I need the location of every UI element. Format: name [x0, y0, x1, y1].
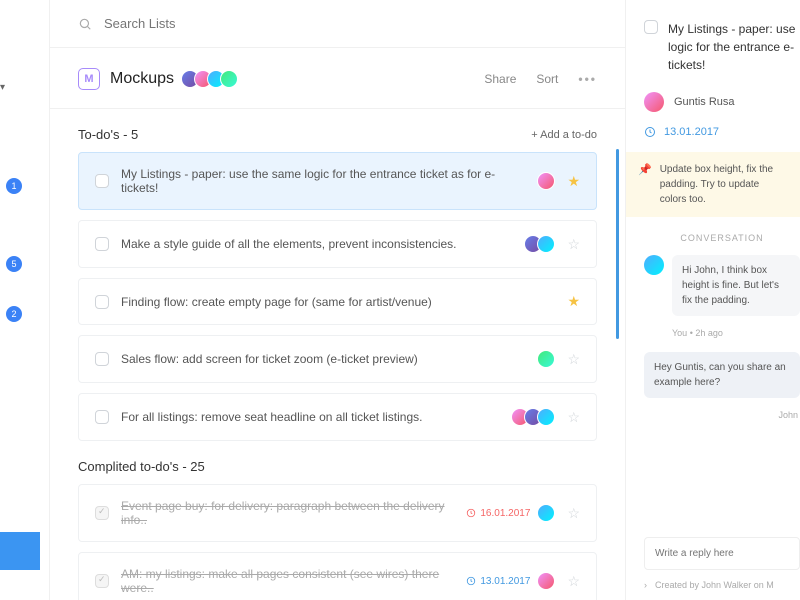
- rail-badge[interactable]: 1: [6, 178, 22, 194]
- clock-icon: [644, 126, 656, 138]
- due-date: 13.01.2017: [466, 576, 530, 587]
- todo-text: My Listings - paper: use the same logic …: [121, 167, 530, 195]
- search-bar: [50, 0, 625, 48]
- star-icon[interactable]: ☆: [567, 236, 580, 253]
- checkbox[interactable]: [95, 574, 109, 588]
- project-title: Mockups: [110, 70, 174, 88]
- pin-icon: 📌: [638, 162, 652, 207]
- due-date: 16.01.2017: [466, 508, 530, 519]
- todo-text: Make a style guide of all the elements, …: [121, 237, 517, 251]
- assignee-avatars: [529, 235, 555, 253]
- compose-button[interactable]: [0, 532, 40, 570]
- todo-item[interactable]: My Listings - paper: use the same logic …: [78, 152, 597, 210]
- pinned-note: 📌 Update box height, fix the padding. Tr…: [626, 152, 800, 217]
- note-text: Update box height, fix the padding. Try …: [660, 162, 788, 207]
- star-icon[interactable]: ☆: [567, 505, 580, 522]
- message-bubble: Hi John, I think box height is fine. But…: [672, 255, 800, 316]
- share-button[interactable]: Share: [484, 72, 516, 86]
- todo-text: AM: my listings: make all pages consiste…: [121, 567, 454, 595]
- assignee-avatars: [516, 408, 555, 426]
- assignee-avatars: [542, 172, 555, 190]
- reply-input[interactable]: [644, 537, 800, 570]
- checkbox[interactable]: [95, 295, 109, 309]
- section-title-completed: Complited to-do's - 25: [78, 459, 205, 474]
- checkbox[interactable]: [95, 506, 109, 520]
- main-column: M Mockups Share Sort ••• To-do's - 5 + A…: [50, 0, 625, 600]
- due-date-row[interactable]: 13.01.2017: [644, 126, 800, 138]
- checkbox[interactable]: [95, 237, 109, 251]
- assignee-name: Guntis Rusa: [674, 96, 735, 108]
- message: Hi John, I think box height is fine. But…: [644, 255, 800, 316]
- checkbox[interactable]: [95, 352, 109, 366]
- chevron-down-icon[interactable]: ▾: [0, 82, 5, 93]
- list-content: To-do's - 5 + Add a to-do My Listings - …: [50, 109, 625, 600]
- star-icon[interactable]: ☆: [567, 573, 580, 590]
- message-meta: You • 2h ago: [672, 328, 800, 338]
- clock-icon: [466, 508, 476, 518]
- add-todo-button[interactable]: + Add a to-do: [531, 129, 597, 141]
- search-input[interactable]: [104, 16, 597, 31]
- detail-footer: › Created by John Walker on M: [644, 580, 800, 590]
- todo-text: Sales flow: add screen for ticket zoom (…: [121, 352, 530, 366]
- chevron-right-icon[interactable]: ›: [644, 580, 647, 590]
- assignee-row[interactable]: Guntis Rusa: [644, 92, 800, 112]
- more-icon[interactable]: •••: [578, 72, 597, 86]
- detail-panel: My Listings - paper: use logic for the e…: [625, 0, 800, 600]
- avatar: [644, 255, 664, 275]
- todo-text: For all listings: remove seat headline o…: [121, 410, 504, 424]
- rail-badge[interactable]: 5: [6, 256, 22, 272]
- todo-item[interactable]: For all listings: remove seat headline o…: [78, 393, 597, 441]
- star-icon[interactable]: ☆: [567, 351, 580, 368]
- checkbox[interactable]: [95, 174, 109, 188]
- assignee-avatars: [542, 350, 555, 368]
- avatar: [644, 92, 664, 112]
- conversation-label: CONVERSATION: [644, 233, 800, 243]
- todo-item[interactable]: Make a style guide of all the elements, …: [78, 220, 597, 268]
- todo-text: Finding flow: create empty page for (sam…: [121, 295, 555, 309]
- assignee-avatars: [542, 504, 555, 522]
- star-icon[interactable]: ☆: [567, 409, 580, 426]
- list-header: M Mockups Share Sort •••: [50, 48, 625, 109]
- todo-text: Event page buy: for delivery: paragraph …: [121, 499, 454, 527]
- todo-item[interactable]: Event page buy: for delivery: paragraph …: [78, 484, 597, 542]
- scrollbar-thumb[interactable]: [616, 149, 619, 339]
- search-icon: [78, 17, 92, 31]
- star-icon[interactable]: ★: [567, 173, 580, 190]
- assignee-avatars: [542, 572, 555, 590]
- checkbox[interactable]: [95, 410, 109, 424]
- message-bubble: Hey Guntis, can you share an example her…: [644, 352, 800, 398]
- section-title-todos: To-do's - 5: [78, 127, 138, 142]
- project-icon: M: [78, 68, 100, 90]
- checkbox[interactable]: [644, 20, 658, 34]
- todo-item[interactable]: Finding flow: create empty page for (sam…: [78, 278, 597, 325]
- left-rail: ▾ 1 5 2: [0, 0, 50, 600]
- sort-button[interactable]: Sort: [536, 72, 558, 86]
- created-by-text: Created by John Walker on M: [655, 580, 774, 590]
- due-date-text: 13.01.2017: [664, 126, 719, 138]
- message: Hey Guntis, can you share an example her…: [644, 352, 800, 398]
- member-avatars[interactable]: [186, 70, 238, 88]
- todo-item[interactable]: AM: my listings: make all pages consiste…: [78, 552, 597, 600]
- clock-icon: [466, 576, 476, 586]
- star-icon[interactable]: ★: [567, 293, 580, 310]
- message-meta: John: [644, 410, 798, 420]
- detail-title: My Listings - paper: use logic for the e…: [668, 20, 800, 74]
- todo-item[interactable]: Sales flow: add screen for ticket zoom (…: [78, 335, 597, 383]
- rail-badge[interactable]: 2: [6, 306, 22, 322]
